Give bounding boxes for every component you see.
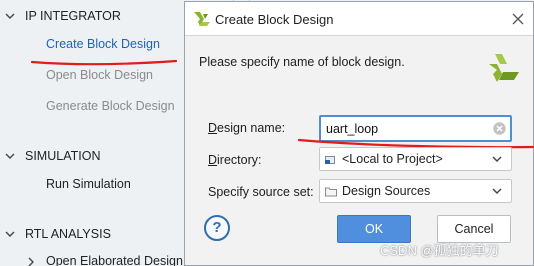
nav-open-elaborated-design[interactable]: Open Elaborated Design [46, 254, 183, 266]
chevron-right-icon[interactable] [26, 257, 36, 266]
directory-combobox[interactable]: <Local to Project> [319, 147, 512, 171]
section-ip-integrator[interactable]: IP INTEGRATOR [25, 9, 121, 23]
directory-label: Directory: [208, 153, 261, 167]
vivado-logo-icon [194, 12, 210, 26]
nav-create-block-design[interactable]: Create Block Design [46, 37, 160, 51]
nav-generate-block-design[interactable]: Generate Block Design [46, 99, 175, 113]
design-name-label-text: esign name: [217, 121, 286, 135]
dialog-title: Create Block Design [215, 12, 334, 27]
source-set-value: Design Sources [342, 184, 431, 198]
cancel-button[interactable]: Cancel [437, 215, 511, 243]
red-underline-annotation [30, 59, 178, 66]
flow-navigator: IP INTEGRATOR Create Block Design Open B… [0, 0, 186, 266]
chevron-down-icon[interactable] [492, 187, 502, 195]
dialog-titlebar[interactable]: Create Block Design [185, 2, 533, 36]
dialog-prompt: Please specify name of block design. [199, 55, 405, 69]
design-name-label: Design name: [208, 121, 285, 135]
ok-button[interactable]: OK [337, 215, 411, 243]
chevron-down-icon[interactable] [492, 155, 502, 163]
chevron-down-icon[interactable] [5, 229, 15, 239]
directory-label-text: irectory: [217, 153, 262, 167]
nav-run-simulation[interactable]: Run Simulation [46, 177, 131, 191]
close-icon[interactable] [511, 12, 525, 26]
source-set-label: Specify source set: [208, 185, 314, 199]
vivado-logo-icon [489, 54, 519, 82]
local-project-icon [325, 156, 335, 164]
create-block-design-dialog: Create Block Design Please specify name … [184, 1, 534, 266]
design-name-value[interactable]: uart_loop [326, 122, 378, 136]
nav-open-block-design[interactable]: Open Block Design [46, 68, 153, 82]
chevron-down-icon[interactable] [5, 151, 15, 161]
chevron-down-icon[interactable] [5, 11, 15, 21]
folder-icon [325, 187, 337, 197]
clear-icon[interactable] [493, 122, 506, 135]
watermark: CSDN @孤独的单刀 [380, 243, 499, 258]
section-simulation[interactable]: SIMULATION [25, 149, 100, 163]
section-rtl-analysis[interactable]: RTL ANALYSIS [25, 227, 111, 241]
design-name-mnemonic: D [208, 121, 218, 135]
directory-mnemonic: D [208, 153, 218, 167]
directory-value: <Local to Project> [342, 152, 443, 166]
source-set-combobox[interactable]: Design Sources [319, 179, 512, 203]
help-button[interactable]: ? [204, 215, 230, 241]
